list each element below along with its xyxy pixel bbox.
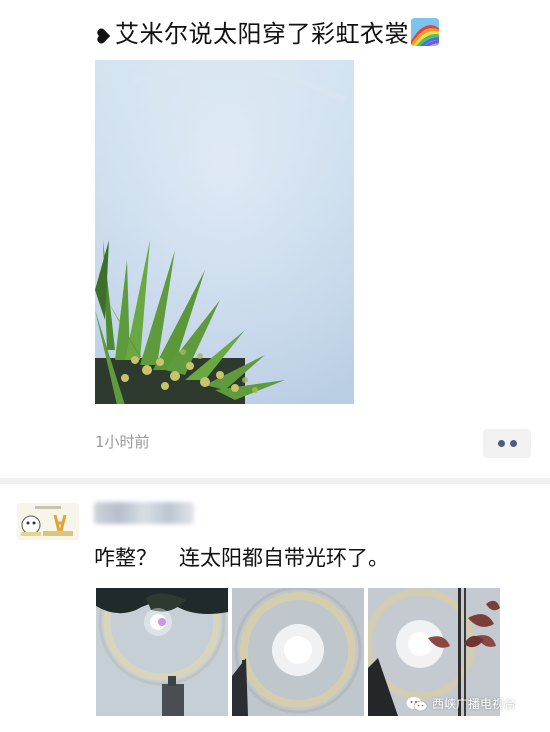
post-text: 艾米尔说太阳穿了彩虹衣裳: [115, 20, 409, 48]
comment-text-part2: 连太阳都自带光环了。: [179, 546, 389, 570]
post-timestamp: 1小时前: [95, 433, 150, 451]
more-dots-icon-second: [509, 440, 517, 447]
black-heart-icon: [95, 23, 111, 43]
watermark: 西峡广播电视台: [406, 695, 516, 712]
comment-text: 咋整？ 连太阳都自带光环了。: [94, 542, 389, 572]
cartoon-avatar-icon[interactable]: [17, 503, 79, 540]
watermark-text: 西峡广播电视台: [432, 697, 517, 711]
more-actions-button[interactable]: [483, 429, 531, 458]
moment-post: 艾米尔说太阳穿了彩虹衣裳 1小时前: [0, 0, 550, 478]
comment-text-part1: 咋整？: [94, 546, 157, 570]
post-text-row: 艾米尔说太阳穿了彩虹衣裳: [95, 14, 439, 49]
wechat-icon: [406, 696, 428, 712]
more-dots-icon: [497, 440, 505, 447]
rainbow-emoji-icon: [411, 17, 439, 46]
post-photo[interactable]: [95, 60, 354, 404]
blurred-username[interactable]: [94, 502, 194, 524]
sun-halo-photo-2[interactable]: [232, 588, 364, 716]
sun-halo-photo-1[interactable]: [96, 588, 228, 716]
